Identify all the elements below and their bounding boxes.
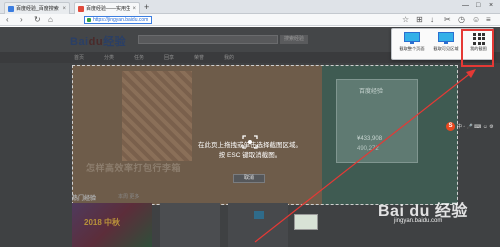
hot-thumbnail[interactable] xyxy=(160,203,220,247)
jingyan-favicon-icon xyxy=(78,5,84,12)
tab-label: 百度经验_百度搜索 xyxy=(16,6,59,12)
monitor-icon xyxy=(404,32,420,44)
hot-section-title: 热门经验 xyxy=(72,196,97,202)
screenshot-instruction: 在此页上拖拽或单击选择截图区域。 xyxy=(198,142,302,149)
hot-thumbnail[interactable]: 2018 中秋 xyxy=(72,203,152,247)
close-window-button[interactable]: × xyxy=(489,2,493,9)
capture-visible-area-label: 截取可见区域 xyxy=(433,46,459,51)
input-method-logo-icon: S xyxy=(446,121,455,131)
page-search-input[interactable] xyxy=(138,35,278,44)
input-method-tools: 中 ◦ 🎤 ⌨ ☺ ⚙ xyxy=(457,123,494,130)
page-nav-item[interactable]: 荣誉 xyxy=(194,54,204,61)
page-search-button[interactable]: 搜索经验 xyxy=(280,35,308,44)
capture-full-page-button[interactable]: 截取整个页面 xyxy=(395,32,429,59)
mini-map-thumbnail[interactable] xyxy=(294,214,318,230)
tab-label: 百度经验——实用生活指南 xyxy=(86,6,131,12)
account-icon[interactable]: ☺ xyxy=(472,15,480,25)
browser-tab-strip: 百度经验_百度搜索 × 百度经验——实用生活指南 × + — □ × xyxy=(0,0,500,14)
page-nav-item[interactable]: 我的 xyxy=(224,54,234,61)
tab-baidu-search[interactable]: 百度经验_百度搜索 × xyxy=(4,2,70,14)
monitor-icon xyxy=(438,32,454,44)
baidu-favicon-icon xyxy=(8,5,14,12)
page-nav-item[interactable]: 任务 xyxy=(134,54,144,61)
annotation-highlight-box xyxy=(461,29,494,67)
maximize-button[interactable]: □ xyxy=(476,2,480,9)
watermark-url: jingyan.baidu.com xyxy=(394,218,443,224)
capture-full-page-label: 截取整个页面 xyxy=(399,46,425,51)
minimize-button[interactable]: — xyxy=(462,2,469,9)
home-icon[interactable]: ⌂ xyxy=(48,15,53,25)
page-nav-item[interactable]: 回享 xyxy=(164,54,174,61)
screenshot-extension-icon[interactable]: ✂ xyxy=(444,15,451,25)
logo-paw: du xyxy=(88,36,104,48)
extensions-icon[interactable]: ⊞ xyxy=(416,15,423,25)
capture-visible-area-button[interactable]: 截取可见区域 xyxy=(429,32,463,59)
forward-icon[interactable]: › xyxy=(20,15,23,25)
history-icon[interactable]: ◷ xyxy=(458,15,465,25)
menu-icon[interactable]: ≡ xyxy=(486,15,491,25)
logo-text: Bai xyxy=(70,36,89,48)
thumbnail-text: 2018 中秋 xyxy=(84,218,121,227)
refresh-icon[interactable]: ↻ xyxy=(34,15,41,25)
baidu-jingyan-logo[interactable]: Baidu经验 xyxy=(70,33,126,49)
tab-close-icon[interactable]: × xyxy=(62,6,66,12)
tab-jingyan[interactable]: 百度经验——实用生活指南 × xyxy=(74,2,140,14)
back-icon[interactable]: ‹ xyxy=(6,15,9,25)
download-icon[interactable]: ↓ xyxy=(430,15,434,25)
logo-suffix: 经验 xyxy=(103,36,127,48)
cancel-screenshot-button[interactable]: 取消 xyxy=(233,174,265,183)
hot-thumbnail[interactable] xyxy=(228,203,288,247)
address-bar[interactable]: https://jingyan.baidu.com xyxy=(84,16,152,24)
secure-lock-icon xyxy=(87,18,91,22)
tab-close-icon[interactable]: × xyxy=(132,6,136,12)
screenshot-esc-hint: 按 ESC 键取消截图。 xyxy=(218,152,282,159)
screenshot-selection-region[interactable] xyxy=(72,65,458,205)
page-nav-item[interactable]: 首页 xyxy=(74,54,84,61)
input-method-widget[interactable]: S 中 ◦ 🎤 ⌨ ☺ ⚙ xyxy=(446,120,500,132)
page-nav-item[interactable]: 分类 xyxy=(104,54,114,61)
new-tab-button[interactable]: + xyxy=(144,3,149,12)
thumbnail-tag xyxy=(254,211,264,219)
bookmark-icon[interactable]: ☆ xyxy=(402,15,409,25)
browser-toolbar: ‹ › ↻ ⌂ https://jingyan.baidu.com ☆ ⊞ ↓ … xyxy=(0,14,500,26)
hot-section-sub[interactable]: 本周 更多 xyxy=(118,193,139,200)
url-text: https://jingyan.baidu.com xyxy=(93,17,149,23)
